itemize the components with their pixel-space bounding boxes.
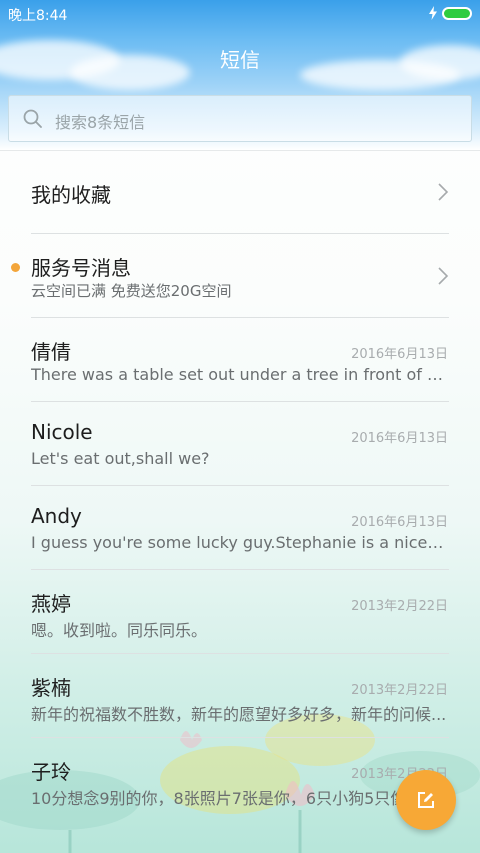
favorites-label: 我的收藏	[31, 183, 111, 207]
status-time: 晚上8:44	[8, 8, 68, 24]
contact-name: Andy	[31, 504, 82, 528]
message-snippet: 10分想念9别的你，8张照片7张是你，6只小狗5只像你...	[31, 789, 438, 808]
contact-name: Nicole	[31, 420, 93, 444]
message-date: 2016年6月13日	[351, 515, 448, 530]
service-label: 服务号消息	[31, 256, 131, 280]
search-icon	[23, 109, 42, 128]
message-snippet: 嗯。收到啦。同乐同乐。	[31, 621, 208, 640]
page-title: 短信	[220, 48, 260, 72]
conversation-row[interactable]: 燕婷 2013年2月22日 嗯。收到啦。同乐同乐。	[0, 570, 480, 654]
contact-name: 紫楠	[31, 676, 71, 700]
chevron-right-icon	[438, 267, 449, 285]
conversation-row[interactable]: Nicole 2016年6月13日 Let's eat out,shall we…	[0, 402, 480, 486]
charging-icon	[429, 6, 437, 20]
favorites-row[interactable]: 我的收藏	[0, 150, 480, 234]
message-snippet: I guess you're some lucky guy.Stephanie …	[31, 533, 447, 552]
status-bar: 晚上8:44	[0, 0, 480, 28]
conversation-row[interactable]: 倩倩 2016年6月13日 There was a table set out …	[0, 318, 480, 402]
message-date: 2013年2月22日	[351, 599, 448, 614]
message-date: 2016年6月13日	[351, 431, 448, 446]
compose-icon	[418, 792, 434, 808]
message-snippet: 新年的祝福数不胜数，新年的愿望好多好多，新年的问候...	[31, 705, 447, 724]
chevron-right-icon	[438, 183, 449, 201]
contact-name: 子玲	[31, 760, 71, 784]
message-snippet: There was a table set out under a tree i…	[31, 365, 447, 384]
conversation-row[interactable]: Andy 2016年6月13日 I guess you're some luck…	[0, 486, 480, 570]
battery-icon	[442, 7, 472, 20]
message-date: 2016年6月13日	[351, 347, 448, 362]
service-subtitle: 云空间已满 免费送您20G空间	[31, 282, 232, 300]
contact-name: 倩倩	[31, 340, 71, 364]
unread-dot	[11, 263, 20, 272]
contact-name: 燕婷	[31, 592, 71, 616]
search-placeholder: 搜索8条短信	[55, 113, 146, 132]
message-snippet: Let's eat out,shall we?	[31, 449, 210, 468]
conversation-row[interactable]: 紫楠 2013年2月22日 新年的祝福数不胜数，新年的愿望好多好多，新年的问候.…	[0, 654, 480, 738]
compose-button[interactable]	[396, 770, 456, 830]
search-input[interactable]: 搜索8条短信	[8, 95, 472, 142]
message-date: 2013年2月22日	[351, 683, 448, 698]
service-messages-row[interactable]: 服务号消息 云空间已满 免费送您20G空间	[0, 234, 480, 318]
